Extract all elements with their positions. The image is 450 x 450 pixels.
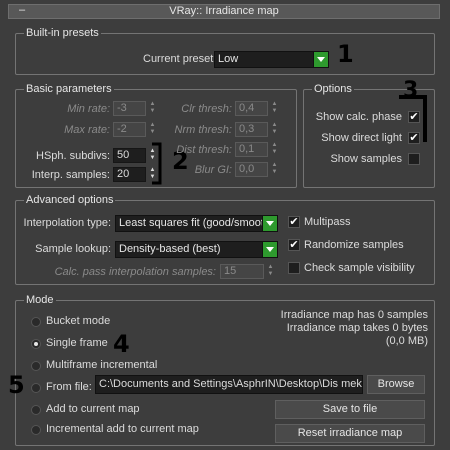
bucket-mode-label: Bucket mode bbox=[46, 315, 111, 327]
spinner-down-icon[interactable]: ▼ bbox=[266, 271, 275, 278]
hsph-subdivs-input[interactable]: 50 bbox=[113, 148, 146, 163]
calc-pass-spinner[interactable]: ▲ ▼ bbox=[266, 264, 275, 279]
current-preset-select[interactable]: Low bbox=[214, 51, 329, 68]
multiframe-incremental-label: Multiframe incremental bbox=[46, 359, 158, 371]
current-preset-value: Low bbox=[218, 53, 239, 65]
add-to-current-map-label: Add to current map bbox=[46, 403, 140, 415]
multiframe-incremental-radio[interactable] bbox=[31, 361, 41, 371]
sample-lookup-label: Sample lookup: bbox=[35, 243, 111, 255]
irradiance-info-bytes: Irradiance map takes 0 bytes bbox=[286, 322, 428, 334]
check-sample-visibility-label: Check sample visibility bbox=[304, 262, 415, 274]
chevron-down-icon[interactable] bbox=[262, 216, 277, 231]
reset-irradiance-map-button[interactable]: Reset irradiance map bbox=[275, 424, 425, 443]
randomize-samples-checkbox[interactable]: ✔ bbox=[288, 239, 300, 251]
spinner-up-icon[interactable]: ▲ bbox=[266, 264, 275, 271]
spinner-down-icon[interactable]: ▼ bbox=[270, 169, 279, 176]
show-samples-label: Show samples bbox=[330, 153, 402, 165]
nrm-thresh-label: Nrm thresh: bbox=[174, 124, 232, 136]
min-rate-input[interactable]: -3 bbox=[113, 101, 146, 116]
incremental-add-label: Incremental add to current map bbox=[46, 423, 199, 435]
blur-gi-label: Blur GI: bbox=[194, 164, 232, 176]
max-rate-spinner[interactable]: ▲ ▼ bbox=[148, 122, 157, 137]
annotation-4: 4 bbox=[113, 330, 130, 358]
multipass-label: Multipass bbox=[304, 216, 351, 228]
spinner-down-icon[interactable]: ▼ bbox=[270, 108, 279, 115]
show-direct-light-checkbox[interactable]: ✔ bbox=[408, 132, 420, 144]
sample-lookup-select[interactable]: Density-based (best) bbox=[115, 241, 278, 258]
bucket-mode-radio[interactable] bbox=[31, 317, 41, 327]
hsph-subdivs-label: HSph. subdivs: bbox=[36, 150, 110, 162]
current-preset-label: Current preset: bbox=[143, 53, 217, 65]
options-title: Options bbox=[312, 82, 354, 96]
rollout-title-bar[interactable]: – VRay:: Irradiance map bbox=[8, 4, 440, 19]
interpolation-type-value: Least squares fit (good/smooth) bbox=[119, 217, 274, 229]
irradiance-info-mb: (0,0 MB) bbox=[385, 335, 428, 347]
annotation-3: 3 bbox=[403, 78, 419, 103]
interp-samples-input[interactable]: 20 bbox=[113, 167, 146, 182]
rollout-title: VRay:: Irradiance map bbox=[169, 5, 279, 17]
spinner-down-icon[interactable]: ▼ bbox=[270, 129, 279, 136]
irradiance-info-samples: Irradiance map has 0 samples bbox=[280, 309, 428, 321]
blur-gi-input[interactable]: 0,0 bbox=[235, 162, 268, 177]
nrm-thresh-input[interactable]: 0,3 bbox=[235, 122, 268, 137]
dist-thresh-label: Dist thresh: bbox=[176, 144, 232, 156]
from-file-label: From file: bbox=[46, 381, 92, 393]
annotation-5: 5 bbox=[8, 371, 25, 399]
spinner-down-icon[interactable]: ▼ bbox=[148, 129, 157, 136]
save-to-file-button[interactable]: Save to file bbox=[275, 400, 425, 419]
sample-lookup-value: Density-based (best) bbox=[119, 243, 221, 255]
spinner-down-icon[interactable]: ▼ bbox=[270, 149, 279, 156]
max-rate-label: Max rate: bbox=[64, 124, 110, 136]
clr-thresh-spinner[interactable]: ▲ ▼ bbox=[270, 101, 279, 116]
multipass-checkbox[interactable]: ✔ bbox=[288, 216, 300, 228]
clr-thresh-input[interactable]: 0,4 bbox=[235, 101, 268, 116]
chevron-down-icon[interactable] bbox=[262, 242, 277, 257]
clr-thresh-label: Clr thresh: bbox=[181, 103, 232, 115]
nrm-thresh-spinner[interactable]: ▲ ▼ bbox=[270, 122, 279, 137]
randomize-samples-label: Randomize samples bbox=[304, 239, 404, 251]
single-frame-label: Single frame bbox=[46, 337, 108, 349]
calc-pass-label: Calc. pass interpolation samples: bbox=[54, 266, 216, 278]
spinner-up-icon[interactable]: ▲ bbox=[270, 122, 279, 129]
builtin-presets-title: Built-in presets bbox=[24, 26, 101, 40]
interpolation-type-select[interactable]: Least squares fit (good/smooth) bbox=[115, 215, 278, 232]
collapse-icon[interactable]: – bbox=[19, 4, 25, 17]
browse-button[interactable]: Browse bbox=[367, 375, 425, 394]
from-file-radio[interactable] bbox=[31, 383, 41, 393]
calc-pass-input[interactable]: 15 bbox=[220, 264, 264, 279]
basic-parameters-title: Basic parameters bbox=[24, 82, 114, 96]
check-sample-visibility-checkbox[interactable] bbox=[288, 262, 300, 274]
spinner-up-icon[interactable]: ▲ bbox=[270, 101, 279, 108]
annotation-1: 1 bbox=[337, 40, 354, 68]
show-samples-checkbox[interactable] bbox=[408, 153, 420, 165]
spinner-up-icon[interactable]: ▲ bbox=[270, 162, 279, 169]
dist-thresh-input[interactable]: 0,1 bbox=[235, 142, 268, 157]
show-calc-phase-checkbox[interactable]: ✔ bbox=[408, 111, 420, 123]
min-rate-spinner[interactable]: ▲ ▼ bbox=[148, 101, 157, 116]
chevron-down-icon[interactable] bbox=[313, 52, 328, 67]
spinner-up-icon[interactable]: ▲ bbox=[270, 142, 279, 149]
file-path-input[interactable]: C:\Documents and Settings\AsphrIN\Deskto… bbox=[95, 375, 363, 394]
max-rate-input[interactable]: -2 bbox=[113, 122, 146, 137]
blur-gi-spinner[interactable]: ▲ ▼ bbox=[270, 162, 279, 177]
advanced-options-title: Advanced options bbox=[24, 193, 116, 207]
incremental-add-radio[interactable] bbox=[31, 425, 41, 435]
interpolation-type-label: Interpolation type: bbox=[23, 217, 111, 229]
spinner-up-icon[interactable]: ▲ bbox=[148, 122, 157, 129]
spinner-up-icon[interactable]: ▲ bbox=[148, 101, 157, 108]
mode-title: Mode bbox=[24, 293, 56, 307]
single-frame-radio[interactable] bbox=[31, 339, 41, 349]
dist-thresh-spinner[interactable]: ▲ ▼ bbox=[270, 142, 279, 157]
min-rate-label: Min rate: bbox=[67, 103, 110, 115]
add-to-current-map-radio[interactable] bbox=[31, 405, 41, 415]
show-direct-light-label: Show direct light bbox=[321, 132, 402, 144]
spinner-down-icon[interactable]: ▼ bbox=[148, 108, 157, 115]
show-calc-phase-label: Show calc. phase bbox=[315, 111, 402, 123]
interp-samples-label: Interp. samples: bbox=[31, 169, 110, 181]
